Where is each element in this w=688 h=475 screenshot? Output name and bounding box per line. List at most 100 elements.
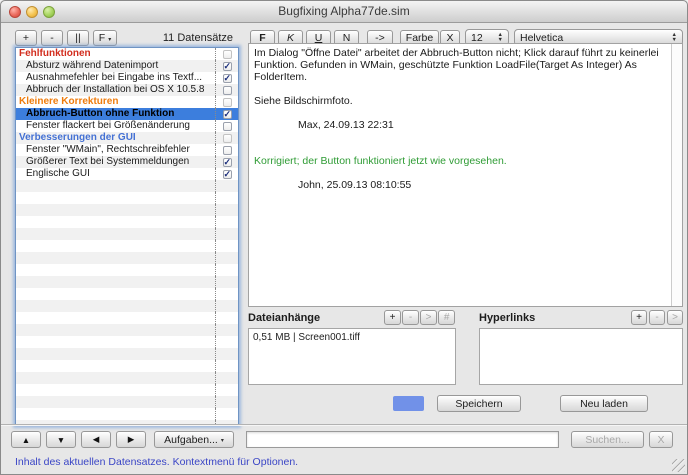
app-window: Bugfixing Alpha77de.sim + - || F ▾ 11 Da…	[0, 0, 688, 475]
checkbox-cell	[215, 372, 238, 384]
empty-row[interactable]	[16, 264, 238, 276]
record-row[interactable]: Englische GUI✓	[16, 168, 238, 180]
filter-menu-button[interactable]: F ▾	[93, 30, 117, 46]
row-label: Fenster "WMain", Rechtschreibfehler	[16, 144, 215, 156]
checkbox-cell: ✓	[215, 72, 238, 84]
clear-search-button[interactable]: X	[649, 431, 673, 448]
empty-row[interactable]	[16, 240, 238, 252]
empty-row[interactable]	[16, 192, 238, 204]
empty-row[interactable]	[16, 300, 238, 312]
next-record-button[interactable]: ▶	[116, 431, 146, 448]
hyperlink-remove-button[interactable]: -	[649, 310, 665, 325]
minimize-window-icon[interactable]	[26, 6, 38, 18]
close-window-icon[interactable]	[9, 6, 21, 18]
row-checkbox[interactable]	[223, 86, 232, 95]
reload-button[interactable]: Neu laden	[560, 395, 648, 412]
editor-paragraph: Im Dialog "Öffne Datei" arbeitet der Abb…	[254, 47, 667, 83]
empty-row[interactable]	[16, 384, 238, 396]
attachment-item[interactable]: 0,51 MB | Screen001.tiff	[249, 329, 455, 343]
empty-row[interactable]	[16, 348, 238, 360]
row-checkbox[interactable]: ✓	[223, 74, 232, 83]
checkbox-cell	[215, 252, 238, 264]
checkbox-cell	[215, 204, 238, 216]
empty-row[interactable]	[16, 180, 238, 192]
empty-row[interactable]	[16, 216, 238, 228]
empty-row[interactable]	[16, 204, 238, 216]
category-row[interactable]: Kleinere Korrekturen	[16, 96, 238, 108]
checkbox-cell	[215, 120, 238, 132]
record-row[interactable]: Abbruch der Installation bei OS X 10.5.8	[16, 84, 238, 96]
checkbox-cell	[215, 384, 238, 396]
search-button[interactable]: Suchen...	[571, 431, 644, 448]
previous-record-button[interactable]: ◀	[81, 431, 111, 448]
row-checkbox[interactable]: ✓	[223, 110, 232, 119]
hyperlink-add-button[interactable]: +	[631, 310, 647, 325]
editor-content[interactable]: Im Dialog "Öffne Datei" arbeitet der Abb…	[249, 44, 671, 306]
stepper-icon: ▲▼	[667, 33, 677, 42]
remove-record-button[interactable]: -	[41, 30, 63, 46]
attachment-open-button[interactable]: >	[420, 310, 437, 325]
empty-row[interactable]	[16, 276, 238, 288]
category-row[interactable]: Verbesserungen der GUI	[16, 132, 238, 144]
record-list[interactable]: FehlfunktionenAbsturz während Datenimpor…	[15, 47, 239, 426]
empty-row[interactable]	[16, 288, 238, 300]
bottom-divider	[1, 424, 687, 426]
row-checkbox[interactable]	[223, 146, 232, 155]
empty-row[interactable]	[16, 228, 238, 240]
row-checkbox[interactable]: ✓	[223, 170, 232, 179]
checkbox-cell	[215, 312, 238, 324]
save-button[interactable]: Speichern	[437, 395, 521, 412]
resize-grip-icon[interactable]	[672, 459, 685, 472]
row-checkbox[interactable]	[223, 98, 232, 107]
empty-row[interactable]	[16, 408, 238, 420]
row-checkbox[interactable]	[223, 50, 232, 59]
checkbox-cell	[215, 264, 238, 276]
row-checkbox[interactable]	[223, 134, 232, 143]
search-input[interactable]	[246, 431, 559, 448]
stepper-icon: ▲▼	[493, 33, 503, 42]
record-row[interactable]: Absturz während Datenimport✓	[16, 60, 238, 72]
empty-row[interactable]	[16, 360, 238, 372]
checkbox-cell	[215, 144, 238, 156]
editor-scrollbar[interactable]	[671, 44, 682, 306]
empty-row[interactable]	[16, 252, 238, 264]
record-row[interactable]: Größerer Text bei Systemmeldungen✓	[16, 156, 238, 168]
record-row[interactable]: Ausnahmefehler bei Eingabe ins Textf... ✓	[16, 72, 238, 84]
record-row[interactable]: Fenster flackert bei Größenänderung	[16, 120, 238, 132]
empty-row[interactable]	[16, 324, 238, 336]
attachment-number-button[interactable]: #	[438, 310, 455, 325]
empty-row[interactable]	[16, 396, 238, 408]
hyperlinks-title: Hyperlinks	[479, 312, 535, 324]
status-text: Inhalt des aktuellen Datensatzes. Kontex…	[15, 456, 298, 468]
hyperlink-open-button[interactable]: >	[667, 310, 683, 325]
tasks-menu-label: Aufgaben...	[164, 434, 218, 446]
checkbox-cell	[215, 228, 238, 240]
zoom-window-icon[interactable]	[43, 6, 55, 18]
category-row[interactable]: Fehlfunktionen	[16, 48, 238, 60]
add-record-button[interactable]: +	[15, 30, 37, 46]
record-text-editor[interactable]: Im Dialog "Öffne Datei" arbeitet der Abb…	[248, 43, 683, 307]
checkbox-cell	[215, 396, 238, 408]
record-row[interactable]: Fenster "WMain", Rechtschreibfehler	[16, 144, 238, 156]
empty-row[interactable]	[16, 336, 238, 348]
attachment-add-button[interactable]: +	[384, 310, 401, 325]
tasks-menu-button[interactable]: Aufgaben... ▾	[154, 431, 234, 448]
attachment-list[interactable]: 0,51 MB | Screen001.tiff	[248, 328, 456, 385]
editor-paragraph	[254, 83, 667, 95]
checkbox-cell	[215, 180, 238, 192]
row-label: Ausnahmefehler bei Eingabe ins Textf...	[16, 72, 215, 84]
record-row[interactable]: Abbruch-Button ohne Funktion✓	[16, 108, 238, 120]
checkbox-cell: ✓	[215, 156, 238, 168]
hyperlink-list[interactable]	[479, 328, 683, 385]
checkbox-cell	[215, 336, 238, 348]
row-checkbox[interactable]: ✓	[223, 62, 232, 71]
last-record-button[interactable]: ▼	[46, 431, 76, 448]
first-record-button[interactable]: ▲	[11, 431, 41, 448]
row-checkbox[interactable]: ✓	[223, 158, 232, 167]
empty-row[interactable]	[16, 312, 238, 324]
attachment-remove-button[interactable]: -	[402, 310, 419, 325]
checkbox-cell	[215, 300, 238, 312]
pause-button[interactable]: ||	[67, 30, 89, 46]
empty-row[interactable]	[16, 372, 238, 384]
row-checkbox[interactable]	[223, 122, 232, 131]
